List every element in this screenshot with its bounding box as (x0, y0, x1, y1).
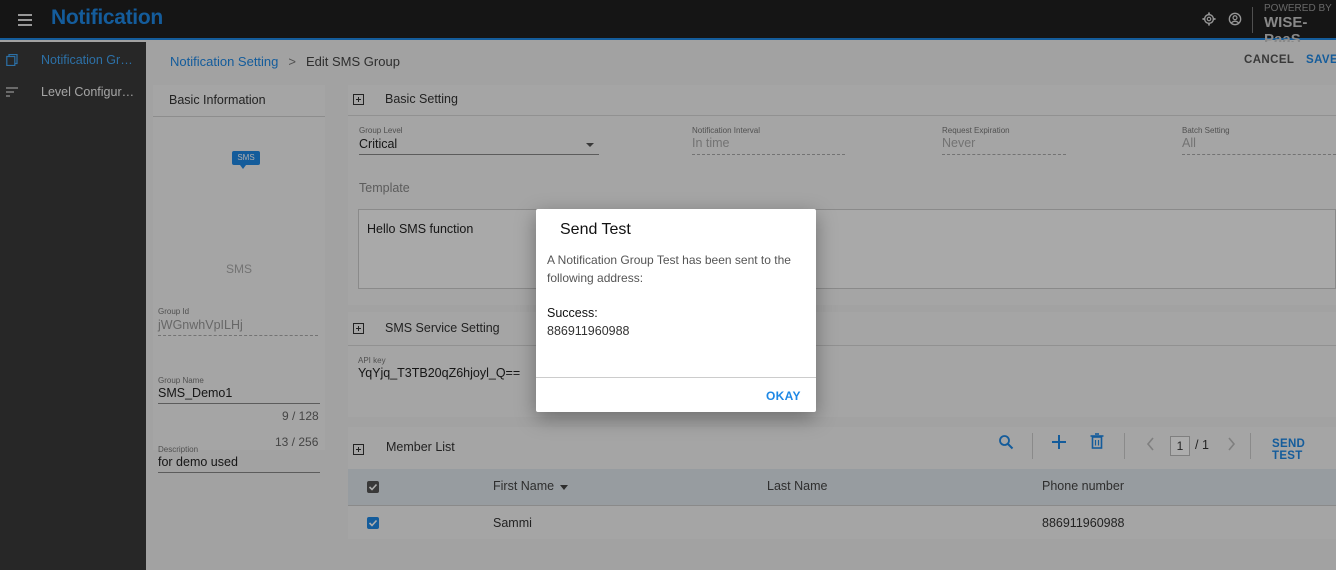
dialog-success-label: Success: (547, 306, 598, 320)
send-test-dialog: Send Test A Notification Group Test has … (536, 209, 816, 412)
dialog-phone: 886911960988 (547, 324, 630, 338)
dialog-divider (536, 377, 816, 378)
dialog-title: Send Test (560, 221, 631, 238)
okay-button[interactable]: OKAY (766, 389, 801, 403)
dialog-message: A Notification Group Test has been sent … (547, 253, 791, 285)
